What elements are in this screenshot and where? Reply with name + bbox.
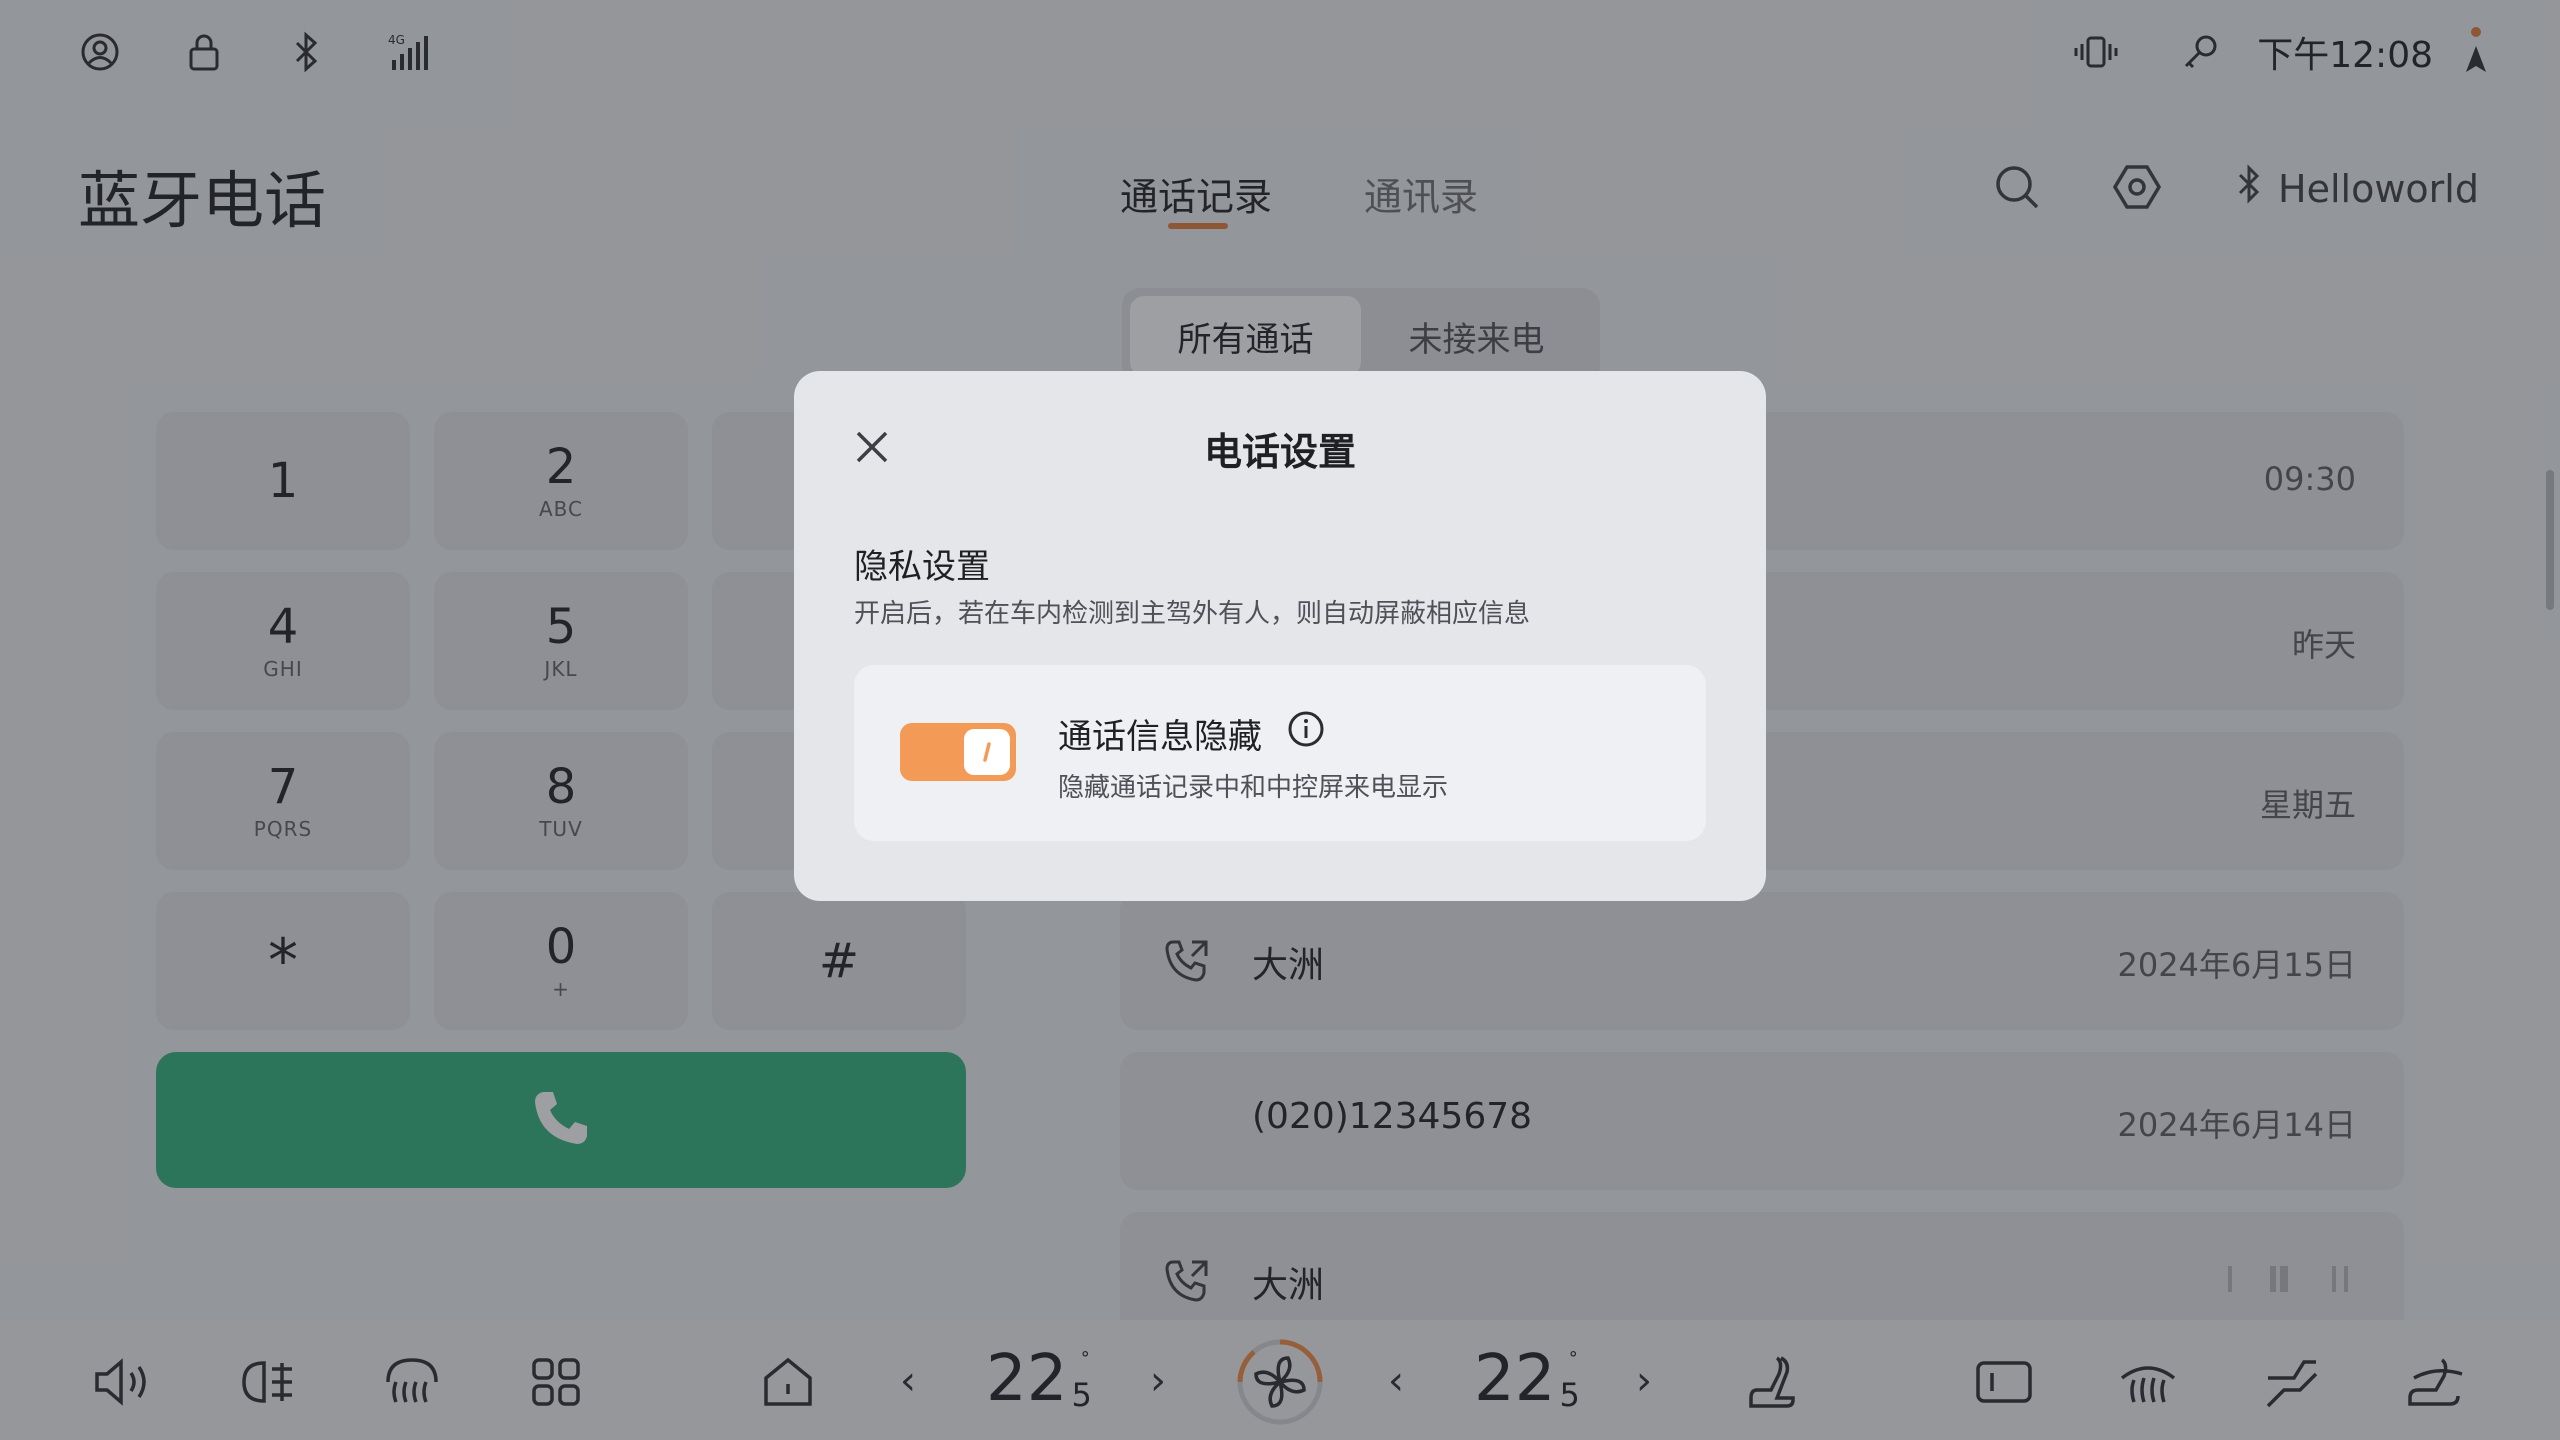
phone-settings-dialog: 电话设置 隐私设置 开启后，若在车内检测到主驾外有人，则自动屏蔽相应信息 通话信…: [794, 371, 1766, 901]
option-title: 通话信息隐藏: [1058, 717, 1262, 757]
dialog-title: 电话设置: [1203, 430, 1356, 474]
privacy-section-desc: 开启后，若在车内检测到主驾外有人，则自动屏蔽相应信息: [854, 599, 1531, 629]
info-icon[interactable]: [1286, 709, 1326, 749]
call-info-hide-toggle[interactable]: [900, 723, 1016, 781]
toggle-knob: [964, 729, 1010, 775]
call-info-hide-option: 通话信息隐藏 隐藏通话记录中和中控屏来电显示: [854, 665, 1706, 841]
option-desc: 隐藏通话记录中和中控屏来电显示: [1058, 773, 1449, 803]
privacy-section-title: 隐私设置: [854, 547, 990, 587]
